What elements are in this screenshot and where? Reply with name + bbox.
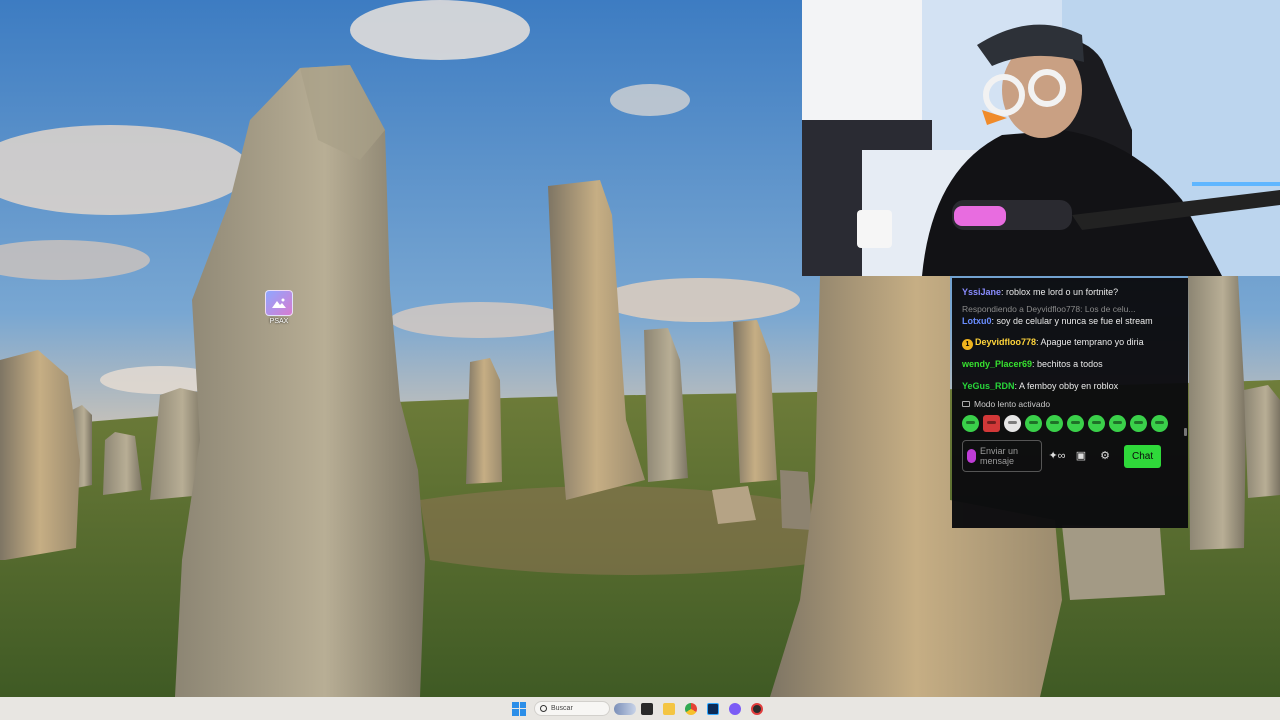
mic-icon[interactable] <box>967 449 976 463</box>
chat-username[interactable]: Lotxu0 <box>962 316 992 326</box>
stream-chat-panel: YssiJane: roblox me lord o un fortnite? … <box>952 278 1188 528</box>
slow-mode-icon <box>962 401 970 407</box>
chat-username[interactable]: wendy_Placer69 <box>962 359 1032 369</box>
chat-username[interactable]: Deyvidfloo778 <box>975 337 1036 347</box>
chat-username[interactable]: YssiJane <box>962 287 1001 297</box>
gear-icon[interactable]: ⚙ <box>1096 447 1114 465</box>
chat-username[interactable]: YeGus_RDN <box>962 381 1015 391</box>
emote-icon[interactable] <box>962 415 979 432</box>
chat-message: YeGus_RDN: A femboy obby en roblox <box>962 380 1180 394</box>
chat-text: : A femboy obby en roblox <box>1014 380 1119 391</box>
chat-compose-row: Enviar un mensaje ✦∞ ▣ ⚙ Chat <box>962 440 1180 472</box>
chat-send-button[interactable]: Chat <box>1124 444 1162 468</box>
widget-icon[interactable] <box>614 700 636 718</box>
photoshop-icon[interactable] <box>702 700 724 718</box>
chat-text: : Apague temprano yo diria <box>1036 337 1144 347</box>
emote-icon[interactable] <box>983 415 1000 432</box>
chrome-icon[interactable] <box>680 700 702 718</box>
search-placeholder: Buscar <box>551 705 573 712</box>
windows-taskbar: Buscar <box>0 697 1280 720</box>
desktop-shortcut-label: PSAX <box>269 318 289 325</box>
chat-text: : soy de celular y nunca se fue el strea… <box>991 315 1153 326</box>
streamer-camera-feed <box>802 0 1280 276</box>
emote-icon[interactable] <box>1046 415 1063 432</box>
chat-text: : bechitos a todos <box>1032 359 1103 369</box>
start-icon[interactable] <box>512 701 526 716</box>
slow-mode-notice: Modo lento activado <box>962 399 1180 409</box>
chat-input-placeholder: Enviar un mensaje <box>980 446 1019 466</box>
task-view-icon[interactable] <box>636 700 658 718</box>
chat-message: 1 Deyvidfloo778: Apague temprano yo diria <box>962 336 1180 350</box>
emote-icon[interactable] <box>1004 415 1021 432</box>
subscriber-badge-icon: 1 <box>962 339 973 350</box>
webcam-overlay <box>802 0 1280 276</box>
file-explorer-icon[interactable] <box>658 700 680 718</box>
discord-icon[interactable] <box>724 700 746 718</box>
emote-icon[interactable] <box>1067 415 1084 432</box>
emote-icon[interactable] <box>1088 415 1105 432</box>
reply-indicator[interactable]: Respondiendo a Deyvidfloo778: Los de cel… <box>962 304 1180 314</box>
slow-mode-text: Modo lento activado <box>974 399 1051 409</box>
bits-icon[interactable]: ✦∞ <box>1048 447 1066 465</box>
search-icon <box>540 705 547 712</box>
desktop-shortcut[interactable]: PSAX <box>255 290 303 325</box>
taskbar-search-box[interactable]: Buscar <box>534 701 610 716</box>
mountain-image-icon <box>265 290 293 316</box>
chat-message: YssiJane: roblox me lord o un fortnite? <box>962 286 1180 300</box>
chat-message: wendy_Placer69: bechitos a todos <box>962 358 1180 372</box>
emote-icon[interactable] <box>1109 415 1126 432</box>
chat-message-input[interactable]: Enviar un mensaje <box>962 440 1042 472</box>
emote-icon[interactable] <box>1130 415 1147 432</box>
emote-icon[interactable] <box>1151 415 1168 432</box>
emote-bar <box>962 415 1180 432</box>
chat-scrollbar[interactable] <box>1184 428 1187 436</box>
emote-icon[interactable] <box>1025 415 1042 432</box>
obs-icon[interactable] <box>746 700 768 718</box>
chat-message: Lotxu0: soy de celular y nunca se fue el… <box>962 315 1180 329</box>
store-icon[interactable]: ▣ <box>1072 447 1090 465</box>
chat-text: : roblox me lord o un fortnite? <box>1001 287 1119 297</box>
